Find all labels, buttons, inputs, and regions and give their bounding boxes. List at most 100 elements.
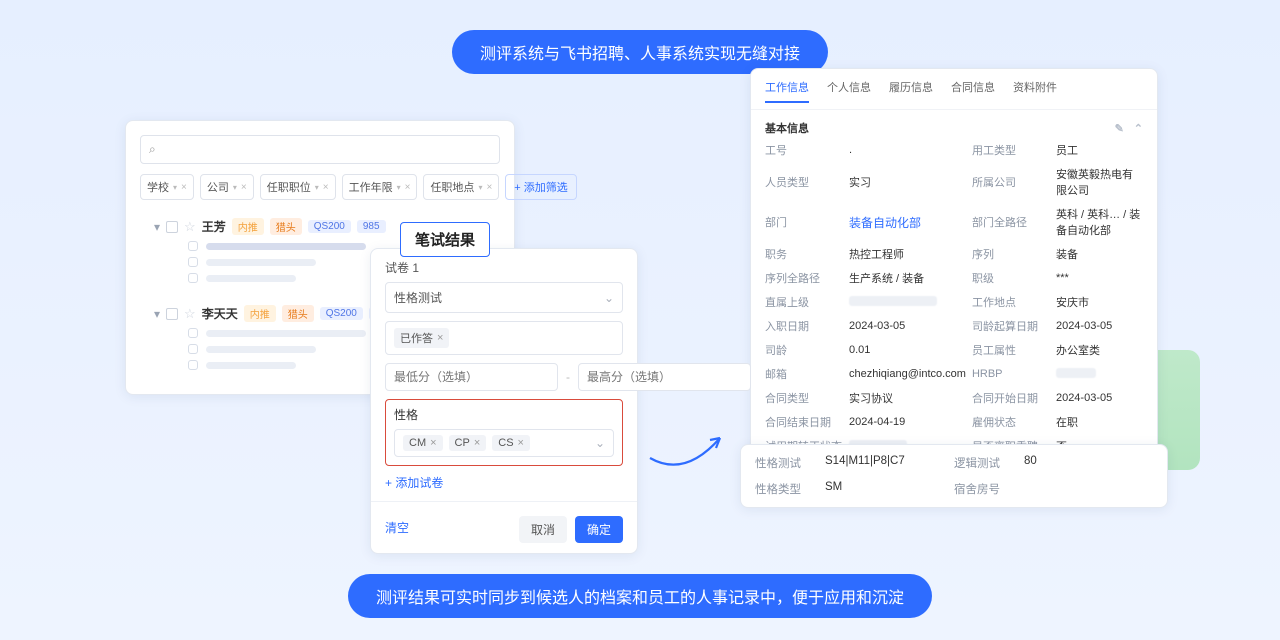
tag: QS200: [308, 220, 351, 233]
collapse-icon[interactable]: ▾: [154, 220, 160, 234]
filter-row: 学校▾× 公司▾× 任职职位▾× 工作年限▾× 任职地点▾× + 添加筛选: [140, 174, 500, 200]
bottom-banner: 测评结果可实时同步到候选人的档案和员工的人事记录中，便于应用和沉淀: [348, 574, 932, 618]
add-filter-button[interactable]: + 添加筛选: [505, 174, 576, 200]
close-icon[interactable]: ×: [518, 437, 524, 449]
arrow-icon: [640, 418, 740, 478]
close-icon[interactable]: ×: [486, 182, 492, 193]
field-value: 2024-04-19: [849, 416, 966, 428]
answered-filter[interactable]: 已作答×: [385, 321, 623, 355]
filter-position[interactable]: 任职职位▾×: [260, 174, 336, 200]
field-value: [1056, 368, 1143, 381]
chevron-down-icon: ⌄: [604, 291, 614, 305]
field-value: 0.01: [849, 344, 966, 356]
field-value: 实习: [849, 174, 966, 190]
field-value: [1024, 481, 1153, 497]
field-label: 职级: [972, 270, 1050, 286]
field-label: 性格类型: [755, 481, 825, 497]
tag: 内推: [232, 218, 264, 235]
field-label: 入职日期: [765, 318, 843, 334]
trait-select[interactable]: CM× CP× CS× ⌄: [394, 429, 614, 457]
star-icon[interactable]: ☆: [184, 306, 196, 322]
field-label: 序列全路径: [765, 270, 843, 286]
chevron-down-icon: ⌄: [595, 436, 605, 450]
field-label: 雇佣状态: [972, 414, 1050, 430]
field-label: 司龄起算日期: [972, 318, 1050, 334]
field-label: 用工类型: [972, 142, 1050, 158]
field-value: 2024-03-05: [1056, 392, 1143, 404]
close-icon[interactable]: ×: [474, 437, 480, 449]
close-icon[interactable]: ×: [241, 182, 247, 193]
tab-attachment[interactable]: 资料附件: [1013, 79, 1057, 103]
field-label: 逻辑测试: [954, 455, 1024, 471]
filter-company[interactable]: 公司▾×: [200, 174, 254, 200]
field-label: 合同类型: [765, 390, 843, 406]
field-value: 办公室类: [1056, 342, 1143, 358]
field-value: 装备自动化部: [849, 214, 966, 231]
filter-school[interactable]: 学校▾×: [140, 174, 194, 200]
field-label: 职务: [765, 246, 843, 262]
star-icon[interactable]: ☆: [184, 219, 196, 235]
max-score-input[interactable]: [578, 363, 751, 391]
search-icon: ⌕: [149, 142, 156, 157]
field-value: 员工: [1056, 142, 1143, 158]
search-input[interactable]: ⌕: [140, 135, 500, 164]
assessment-result-panel: 性格测试S14|M11|P8|C7逻辑测试80性格类型SM宿舍房号: [740, 444, 1168, 508]
tag: QS200: [320, 307, 363, 320]
confirm-button[interactable]: 确定: [575, 516, 623, 543]
candidate-name[interactable]: 李天天: [202, 305, 238, 322]
field-label: 宿舍房号: [954, 481, 1024, 497]
add-paper-link[interactable]: + 添加试卷: [385, 474, 623, 491]
min-score-input[interactable]: [385, 363, 558, 391]
candidate-checkbox[interactable]: [166, 308, 178, 320]
collapse-icon[interactable]: ▾: [154, 307, 160, 321]
tag: 猎头: [270, 218, 302, 235]
tab-resume[interactable]: 履历信息: [889, 79, 933, 103]
close-icon[interactable]: ×: [405, 182, 411, 193]
chevron-down-icon: ▾: [397, 183, 401, 192]
field-value: 2024-03-05: [849, 320, 966, 332]
field-label: 合同结束日期: [765, 414, 843, 430]
field-value: 生产系统 / 装备: [849, 270, 966, 286]
field-label: 工号: [765, 142, 843, 158]
tab-personal[interactable]: 个人信息: [827, 79, 871, 103]
tab-contract[interactable]: 合同信息: [951, 79, 995, 103]
trait-box: 性格 CM× CP× CS× ⌄: [385, 399, 623, 466]
field-value: S14|M11|P8|C7: [825, 455, 954, 471]
collapse-icon[interactable]: ⌃: [1134, 122, 1143, 135]
tab-work[interactable]: 工作信息: [765, 79, 809, 103]
test-type-select[interactable]: 性格测试 ⌄: [385, 282, 623, 313]
edit-icon[interactable]: ✎: [1115, 122, 1124, 135]
close-icon[interactable]: ×: [430, 437, 436, 449]
field-label: 员工属性: [972, 342, 1050, 358]
field-value: chezhiqiang@intco.com: [849, 368, 966, 380]
tag: 内推: [244, 305, 276, 322]
filter-location[interactable]: 任职地点▾×: [423, 174, 499, 200]
field-value: 英科 / 英科… / 装备自动化部: [1056, 206, 1143, 238]
paper-title: 试卷 1: [385, 259, 623, 276]
candidate-checkbox[interactable]: [166, 221, 178, 233]
field-label: HRBP: [972, 368, 1050, 380]
field-value: .: [849, 144, 966, 156]
field-label: 序列: [972, 246, 1050, 262]
filter-years[interactable]: 工作年限▾×: [342, 174, 418, 200]
candidate-name[interactable]: 王芳: [202, 218, 226, 235]
field-value: ***: [1056, 272, 1143, 284]
field-value: 在职: [1056, 414, 1143, 430]
field-value: [849, 296, 966, 309]
field-label: 直属上级: [765, 294, 843, 310]
cancel-button[interactable]: 取消: [519, 516, 567, 543]
clear-link[interactable]: 清空: [385, 519, 409, 536]
close-icon[interactable]: ×: [437, 332, 443, 344]
field-label: 工作地点: [972, 294, 1050, 310]
close-icon[interactable]: ×: [323, 182, 329, 193]
field-label: 性格测试: [755, 455, 825, 471]
close-icon[interactable]: ×: [181, 182, 187, 193]
field-value: 实习协议: [849, 390, 966, 406]
employee-info-panel: 工作信息 个人信息 履历信息 合同信息 资料附件 基本信息 ✎ ⌃ 工号.用工类…: [750, 68, 1158, 487]
field-label: 邮箱: [765, 366, 843, 382]
chevron-down-icon: ▾: [478, 183, 482, 192]
field-value: 2024-03-05: [1056, 320, 1143, 332]
field-value: 安徽英毅热电有限公司: [1056, 166, 1143, 198]
field-label: 司龄: [765, 342, 843, 358]
field-value: 安庆市: [1056, 294, 1143, 310]
